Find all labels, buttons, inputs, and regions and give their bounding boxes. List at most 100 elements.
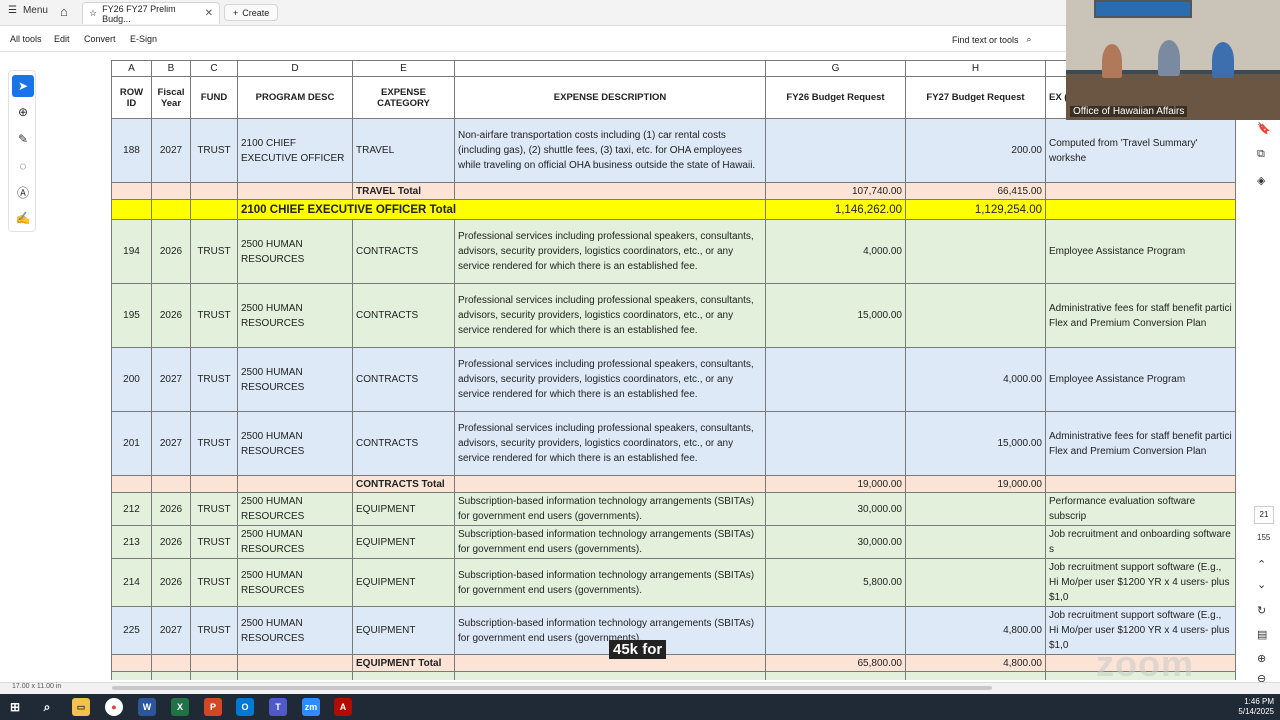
subtotal-row: CONTRACTS Total 19,000.00 19,000.00 xyxy=(111,475,1236,493)
table-row: 213 2026 TRUST 2500 HUMAN RESOURCES EQUIPMEN… xyxy=(111,525,1236,559)
fiscal-year-cell: 2026 xyxy=(151,283,191,348)
fy26-cell: 30,000.00 xyxy=(765,492,906,526)
copy-icon[interactable]: ⧉ xyxy=(1257,148,1265,161)
zoom-app-icon[interactable]: zm xyxy=(302,698,320,716)
star-icon[interactable]: ☆ xyxy=(89,8,97,19)
plus-icon: + xyxy=(233,7,239,18)
create-button[interactable]: + Create xyxy=(224,4,279,21)
clock-time: 1:46 PM xyxy=(1244,697,1274,706)
fy27-total-cell: 66,415.00 xyxy=(905,182,1046,200)
refresh-icon[interactable]: ↻ xyxy=(1257,604,1266,617)
empty-cell xyxy=(190,199,238,220)
table-row: 212 2026 TRUST 2500 HUMAN RESOURCES EQUIPMEN… xyxy=(111,492,1236,526)
expense-category-cell: EQUIPMENT xyxy=(352,606,455,655)
expense-category-cell: CONTRACTS xyxy=(352,347,455,412)
home-icon[interactable]: ⌂ xyxy=(60,4,68,19)
fy27-cell: 200.00 xyxy=(905,118,1046,183)
fy27-cell xyxy=(905,525,1046,559)
empty-cell xyxy=(151,182,191,200)
current-page-box[interactable]: 21 xyxy=(1254,506,1274,524)
program-desc-cell: 2500 HUMAN RESOURCES xyxy=(237,525,353,559)
table-row: Consumable and other operating supplies … xyxy=(111,671,1236,680)
fund-cell: TRUST xyxy=(190,118,238,183)
notes-cell: Job recruitment support software (E.g., … xyxy=(1045,558,1236,607)
scroll-thumb[interactable] xyxy=(112,686,992,690)
program-desc-cell: 2100 CHIEF EXECUTIVE OFFICER xyxy=(237,118,353,183)
layers-icon[interactable]: ◈ xyxy=(1257,174,1265,187)
acrobat-icon[interactable]: A xyxy=(334,698,352,716)
signature-icon[interactable]: ✍ xyxy=(12,207,34,229)
zoom-video-panel[interactable]: Office of Hawaiian Affairs xyxy=(1066,0,1280,120)
row-id-cell: 188 xyxy=(111,118,152,183)
notes-cell: Administrative fees for staff benefit pa… xyxy=(1045,283,1236,348)
select-cursor-icon[interactable]: ➤ xyxy=(12,75,34,97)
excel-icon[interactable]: X xyxy=(171,698,189,716)
outlook-icon[interactable]: O xyxy=(236,698,254,716)
fy27-cell xyxy=(905,219,1046,284)
fund-cell: TRUST xyxy=(190,492,238,526)
participant-figure xyxy=(1158,40,1180,76)
subtotal-row: 2100 CHIEF EXECUTIVE OFFICER Total 1,146,… xyxy=(111,199,1236,220)
chevron-down-icon[interactable]: ⌄ xyxy=(1257,578,1266,591)
fund-cell xyxy=(190,671,238,680)
zoom-comment-icon[interactable]: ⊕ xyxy=(12,101,34,123)
document-tab[interactable]: ☆ FY26 FY27 Prelim Budg... ✕ xyxy=(82,2,220,24)
fy27-cell: 15,000.00 xyxy=(905,411,1046,476)
category-total-label: CONTRACTS Total xyxy=(352,475,455,493)
fy26-total-cell: 107,740.00 xyxy=(765,182,906,200)
expense-category-cell: CONTRACTS xyxy=(352,219,455,284)
header-row-id: ROW ID xyxy=(111,76,152,119)
zoom-in-icon[interactable]: ⊕ xyxy=(1257,652,1266,665)
word-icon[interactable]: W xyxy=(138,698,156,716)
empty-cell xyxy=(151,475,191,493)
expense-category-cell: EQUIPMENT xyxy=(352,525,455,559)
header-program-desc: PROGRAM DESC xyxy=(237,76,353,119)
search-icon: ⌕ xyxy=(1026,34,1032,44)
fy27-total-cell: 19,000.00 xyxy=(905,475,1046,493)
row-id-cell: 201 xyxy=(111,411,152,476)
fiscal-year-cell: 2027 xyxy=(151,347,191,412)
fy26-cell: 15,000.00 xyxy=(765,283,906,348)
search-icon[interactable]: ⌕ xyxy=(38,698,56,716)
bookmark-icon[interactable]: 🔖 xyxy=(1257,122,1271,135)
windows-start-icon[interactable]: ⊞ xyxy=(6,698,24,716)
empty-cell xyxy=(111,475,152,493)
powerpoint-icon[interactable]: P xyxy=(204,698,222,716)
teams-icon[interactable]: T xyxy=(269,698,287,716)
close-tab-icon[interactable]: ✕ xyxy=(205,8,213,19)
fy26-total-cell: 19,000.00 xyxy=(765,475,906,493)
fund-cell: TRUST xyxy=(190,347,238,412)
chrome-icon[interactable]: ● xyxy=(105,698,123,716)
horizontal-scrollbar[interactable] xyxy=(112,684,1232,692)
find-text-button[interactable]: Find text or tools ⌕ xyxy=(952,34,1032,45)
subtotal-row: EQUIPMENT Total 65,800.00 4,800.00 xyxy=(111,654,1236,672)
chevron-up-icon[interactable]: ⌃ xyxy=(1257,558,1266,571)
fund-cell: TRUST xyxy=(190,283,238,348)
row-id-cell: 213 xyxy=(111,525,152,559)
menu-button[interactable]: ☰ Menu xyxy=(8,5,48,16)
all-tools-button[interactable]: All tools xyxy=(10,34,42,44)
notes-cell: Administrative fees for staff benefit pa… xyxy=(1045,411,1236,476)
convert-button[interactable]: Convert xyxy=(84,34,116,44)
program-desc-cell: 2500 HUMAN RESOURCES xyxy=(237,283,353,348)
file-explorer-icon[interactable]: ▭ xyxy=(72,698,90,716)
table-row: 188 2027 TRUST 2100 CHIEF EXECUTIVE OFFICER… xyxy=(111,118,1236,183)
lasso-icon[interactable]: ◌ xyxy=(12,155,34,177)
hamburger-icon: ☰ xyxy=(8,5,17,16)
notes-cell: Job recruitment and onboarding software … xyxy=(1045,525,1236,559)
fy26-cell: 30,000.00 xyxy=(765,525,906,559)
table-row: 214 2026 TRUST 2500 HUMAN RESOURCES EQUIPMEN… xyxy=(111,558,1236,607)
save-icon[interactable]: ▤ xyxy=(1257,628,1267,641)
edit-button[interactable]: Edit xyxy=(54,34,70,44)
fiscal-year-cell: 2027 xyxy=(151,606,191,655)
empty-cell xyxy=(111,199,152,220)
menu-label: Menu xyxy=(22,5,48,16)
program-desc-cell: 2500 HUMAN RESOURCES xyxy=(237,347,353,412)
fiscal-year-cell: 2027 xyxy=(151,411,191,476)
program-desc-cell: 2500 HUMAN RESOURCES xyxy=(237,492,353,526)
pen-icon[interactable]: ✎ xyxy=(12,128,34,150)
text-select-icon[interactable]: Ⓐ xyxy=(12,181,34,203)
subtotal-row: TRAVEL Total 107,740.00 66,415.00 xyxy=(111,182,1236,200)
esign-button[interactable]: E-Sign xyxy=(130,34,157,44)
row-id-cell: 225 xyxy=(111,606,152,655)
